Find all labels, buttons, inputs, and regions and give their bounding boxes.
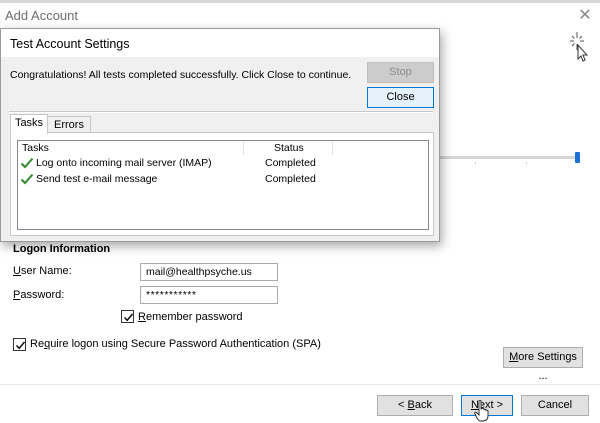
close-button[interactable]: Close <box>367 87 434 108</box>
more-settings-button[interactable]: More Settings ... <box>503 347 583 382</box>
task-name: Log onto incoming mail server (IMAP) <box>36 157 212 169</box>
column-header-tasks[interactable]: Tasks <box>22 142 49 154</box>
slider-ticks <box>440 162 578 166</box>
require-spa-checkbox[interactable] <box>13 338 26 351</box>
task-status: Completed <box>265 173 316 185</box>
logon-information-heading: Logon Information <box>13 243 111 255</box>
task-status: Completed <box>265 157 316 169</box>
task-name: Send test e-mail message <box>36 173 158 185</box>
stop-button[interactable]: Stop <box>367 62 434 83</box>
remember-password-checkbox[interactable] <box>121 310 134 323</box>
checkmark-icon <box>15 341 26 350</box>
slider-thumb[interactable] <box>575 152 580 163</box>
footer-separator <box>0 384 600 385</box>
green-checkmark-icon <box>20 157 34 169</box>
column-header-status[interactable]: Status <box>274 142 304 154</box>
user-name-label: User Name: <box>13 265 72 277</box>
password-field[interactable]: *********** <box>140 286 278 304</box>
add-account-title: Add Account <box>5 8 78 23</box>
background-window-strip <box>0 0 600 3</box>
password-label: Password: <box>13 289 65 301</box>
add-account-window: Add Account ✕ Logon Information User Nam… <box>0 0 600 423</box>
dialog-titlebar: Test Account Settings <box>1 29 439 57</box>
tab-tasks[interactable]: Tasks <box>10 114 48 134</box>
table-row[interactable]: Log onto incoming mail server (IMAP) Com… <box>18 156 428 172</box>
require-spa-label[interactable]: Require logon using Secure Password Auth… <box>30 338 321 350</box>
green-checkmark-icon <box>20 173 34 185</box>
slider-track[interactable] <box>440 156 578 159</box>
hand-pointer-cursor-icon <box>474 399 490 422</box>
dialog-separator-highlight <box>9 112 433 113</box>
table-row[interactable]: Send test e-mail message Completed <box>18 172 428 188</box>
success-message: Congratulations! All tests completed suc… <box>10 69 352 81</box>
tasks-panel: Tasks Status Log onto incoming mail serv… <box>10 132 434 236</box>
tasks-list[interactable]: Tasks Status Log onto incoming mail serv… <box>17 140 429 230</box>
dialog-title: Test Account Settings <box>10 37 130 51</box>
cancel-button[interactable]: Cancel <box>521 395 589 416</box>
back-button[interactable]: < Back <box>377 395 453 416</box>
checkmark-icon <box>123 313 134 322</box>
remember-password-label[interactable]: Remember password <box>138 311 243 323</box>
column-divider <box>243 141 244 155</box>
list-header: Tasks Status <box>18 141 428 155</box>
wizard-sparkle-cursor-icon <box>566 30 590 64</box>
user-name-field[interactable]: mail@healthpsyche.us <box>140 263 278 281</box>
column-divider <box>332 141 333 155</box>
test-account-settings-dialog: Test Account Settings Congratulations! A… <box>0 28 440 242</box>
close-icon[interactable]: ✕ <box>577 5 593 25</box>
